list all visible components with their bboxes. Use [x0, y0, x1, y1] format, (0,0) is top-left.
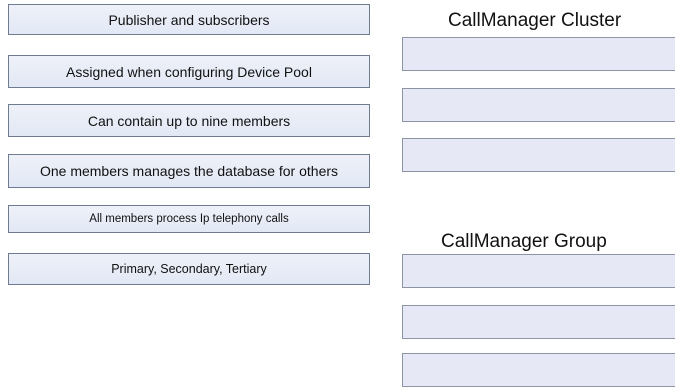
- drag-item-publisher-subscribers[interactable]: Publisher and subscribers: [8, 4, 370, 35]
- group-drop-slot-1[interactable]: [402, 254, 675, 288]
- cluster-drop-slot-2[interactable]: [402, 88, 675, 122]
- drag-item-label: Publisher and subscribers: [108, 11, 270, 28]
- cluster-heading: CallManager Cluster: [448, 10, 622, 31]
- drag-item-label: Assigned when configuring Device Pool: [66, 63, 312, 80]
- group-drop-slot-2[interactable]: [402, 305, 675, 339]
- drag-item-process-calls[interactable]: All members process Ip telephony calls: [8, 205, 370, 233]
- group-heading: CallManager Group: [441, 231, 607, 252]
- drag-item-primary-secondary-tertiary[interactable]: Primary, Secondary, Tertiary: [8, 253, 370, 285]
- drag-item-database-manager[interactable]: One members manages the database for oth…: [8, 154, 370, 188]
- group-drop-slot-3[interactable]: [402, 353, 675, 387]
- drag-item-label: Can contain up to nine members: [87, 112, 291, 129]
- cluster-drop-slot-3[interactable]: [402, 138, 675, 172]
- drag-item-device-pool[interactable]: Assigned when configuring Device Pool: [8, 55, 370, 88]
- drag-item-label: Primary, Secondary, Tertiary: [111, 262, 267, 276]
- drag-item-label: All members process Ip telephony calls: [89, 213, 289, 225]
- drag-item-label: One members manages the database for oth…: [39, 163, 339, 179]
- drag-item-nine-members[interactable]: Can contain up to nine members: [8, 104, 370, 137]
- cluster-drop-slot-1[interactable]: [402, 37, 675, 71]
